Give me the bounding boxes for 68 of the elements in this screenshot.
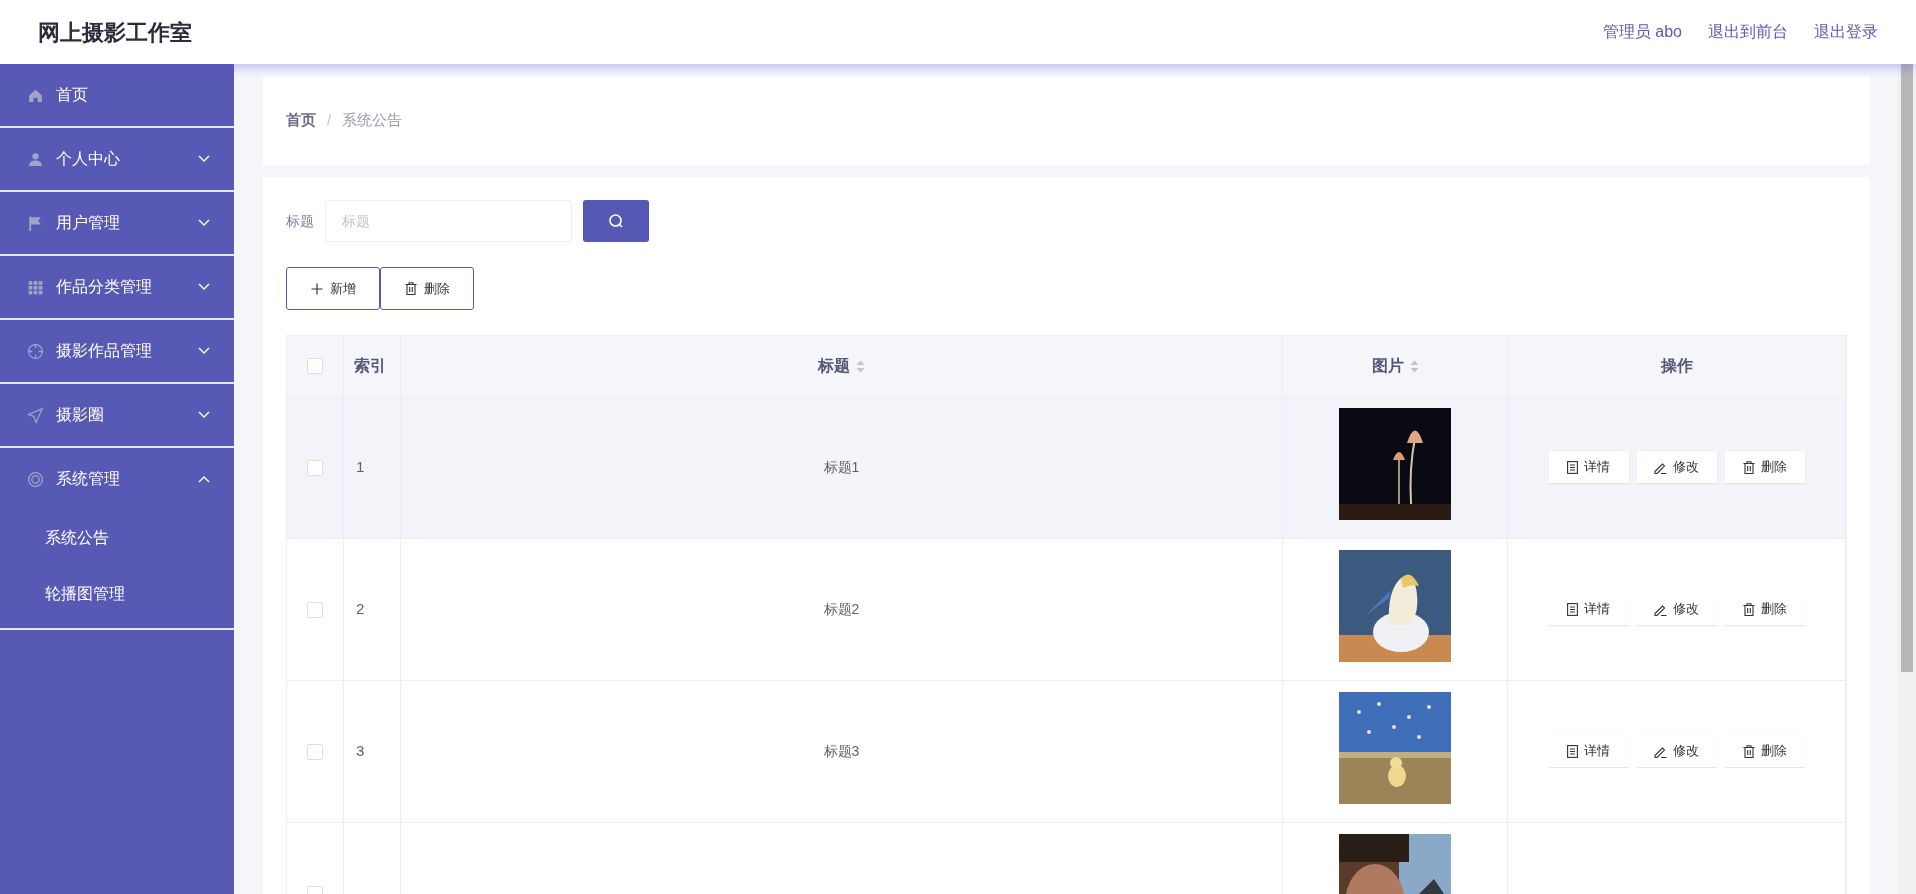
title-cell-text: 标题3 xyxy=(823,742,860,761)
pencil-icon xyxy=(1654,744,1667,758)
index-cell-text: 1 xyxy=(356,457,365,478)
toolbar-button[interactable]: 删除 xyxy=(380,267,474,310)
sidebar-item[interactable]: 个人中心 xyxy=(0,128,234,190)
table-row[interactable]: 3 标题3 详情 修改 删除 xyxy=(287,681,1846,823)
sidebar-item[interactable]: 摄影圈 xyxy=(0,384,234,446)
title-cell-text: 标题1 xyxy=(823,458,860,477)
row-action-button[interactable]: 修改 xyxy=(1636,593,1717,626)
row-checkbox[interactable] xyxy=(307,743,323,760)
row-checkbox[interactable] xyxy=(307,459,323,476)
trash-icon xyxy=(1742,460,1755,474)
row-action-button[interactable]: 详情 xyxy=(1548,593,1629,626)
header-link[interactable]: 退出登录 xyxy=(1814,20,1878,44)
crosshair-icon xyxy=(27,342,44,360)
sidebar-item[interactable]: 首页 xyxy=(0,64,234,126)
row-action-button[interactable]: 修改 xyxy=(1636,735,1717,768)
row-action-button[interactable]: 删除 xyxy=(1724,451,1805,484)
column-header[interactable]: 图片 xyxy=(1371,354,1404,378)
search-field[interactable]: 标题 xyxy=(325,200,572,242)
plus-icon xyxy=(310,282,323,295)
breadcrumb-link[interactable]: 首页 xyxy=(286,109,316,132)
row-action-button[interactable]: 详情 xyxy=(1548,451,1629,484)
row-action-button[interactable]: 删除 xyxy=(1724,593,1805,626)
header-link[interactable]: 管理员 abo xyxy=(1602,20,1682,44)
submenu-item[interactable]: 轮播图管理 xyxy=(0,566,234,622)
toolbar-button[interactable]: 新增 xyxy=(286,267,380,310)
sidebar-item[interactable]: 作品分类管理 xyxy=(0,256,234,318)
select-all-checkbox[interactable] xyxy=(307,358,323,374)
breadcrumb-separator: / xyxy=(327,110,332,131)
column-header: 操作 xyxy=(1660,356,1693,376)
search-icon xyxy=(608,213,624,229)
row-action-button[interactable]: 详情 xyxy=(1548,735,1629,768)
index-cell-text: 2 xyxy=(356,599,365,620)
site-title: 网上摄影工作室 xyxy=(38,18,192,47)
document-icon xyxy=(1567,744,1578,758)
search-button[interactable] xyxy=(583,200,649,242)
document-icon xyxy=(1567,460,1578,474)
sort-icon[interactable] xyxy=(1409,359,1419,373)
trash-icon xyxy=(404,282,417,295)
column-header: 索引 xyxy=(354,356,386,376)
trash-icon xyxy=(1742,602,1755,616)
paper-plane-icon xyxy=(27,406,44,424)
sidebar-item[interactable]: 摄影作品管理 xyxy=(0,320,234,382)
pencil-icon xyxy=(1654,460,1667,474)
scrollbar[interactable] xyxy=(1898,64,1916,894)
document-icon xyxy=(1567,602,1578,616)
search-label: 标题 xyxy=(286,211,314,231)
grid-icon xyxy=(27,278,44,296)
table-row[interactable]: 2 标题2 详情 修改 删除 xyxy=(287,539,1846,681)
user-icon xyxy=(27,150,44,168)
table-row[interactable]: 1 标题1 详情 修改 删除 xyxy=(287,397,1846,539)
breadcrumb-current: 系统公告 xyxy=(342,110,403,131)
flag-icon xyxy=(27,214,44,232)
row-action-button[interactable]: 修改 xyxy=(1636,451,1717,484)
column-header[interactable]: 标题 xyxy=(818,354,850,378)
row-action-button[interactable]: 删除 xyxy=(1724,735,1805,768)
lifebuoy-icon xyxy=(27,470,44,488)
trash-icon xyxy=(1742,744,1755,758)
sort-icon[interactable] xyxy=(856,359,865,373)
title-cell-text: 标题2 xyxy=(823,600,860,619)
header-link[interactable]: 退出到前台 xyxy=(1708,20,1788,44)
pencil-icon xyxy=(1654,602,1667,616)
sidebar-item[interactable]: 用户管理 xyxy=(0,192,234,254)
sidebar-item[interactable]: 系统管理 xyxy=(0,448,234,510)
index-cell-text: 3 xyxy=(356,741,365,762)
submenu-item[interactable]: 系统公告 xyxy=(0,510,234,566)
row-checkbox[interactable] xyxy=(307,601,323,618)
